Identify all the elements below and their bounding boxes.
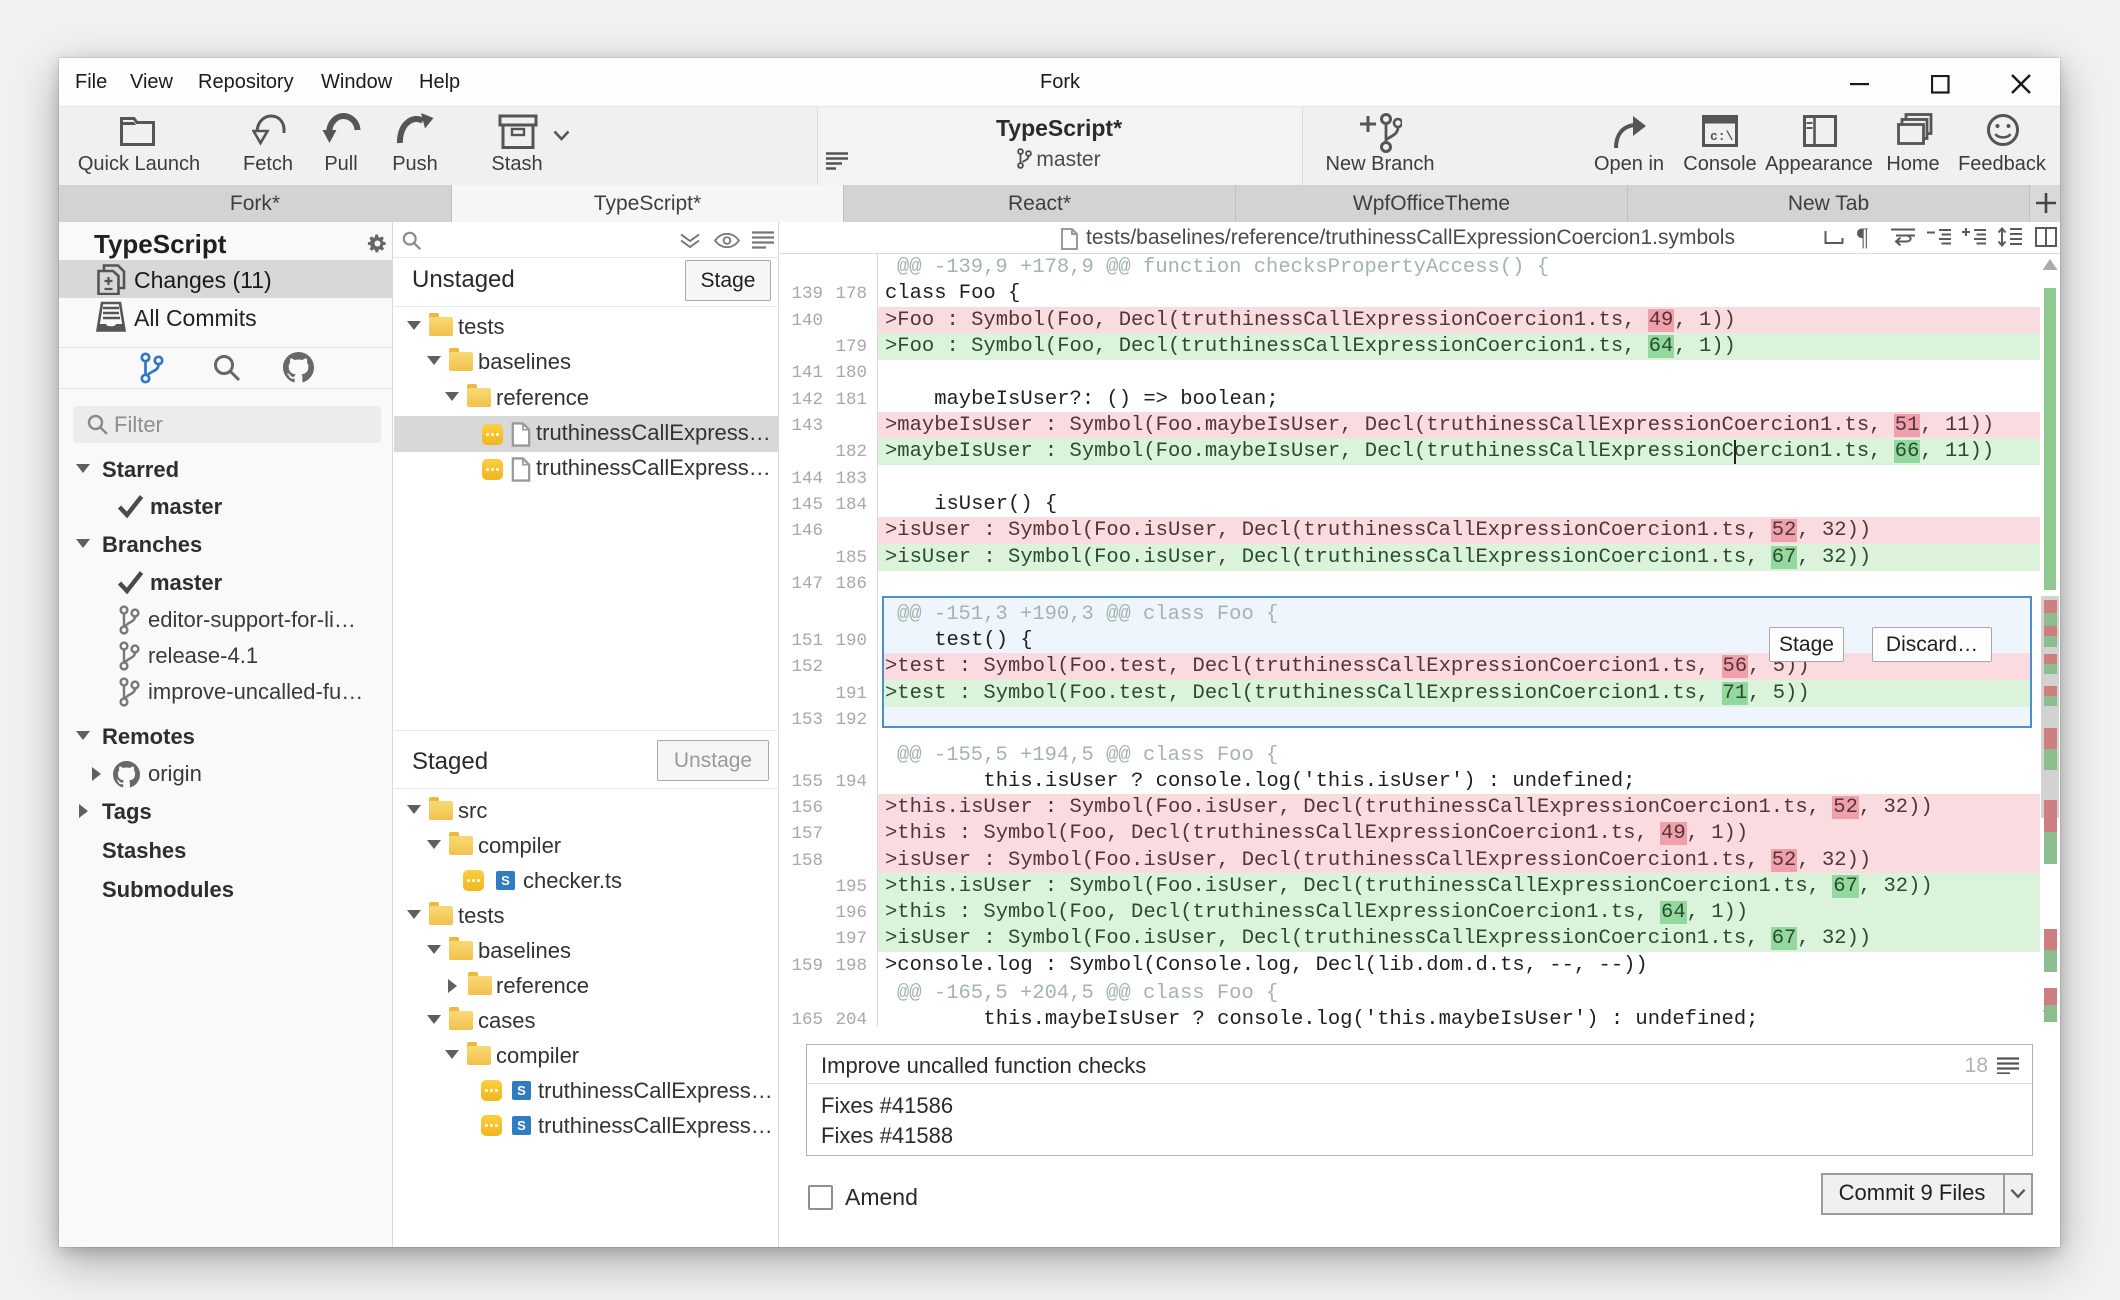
svg-text:c:\: c:\ xyxy=(1710,129,1734,144)
